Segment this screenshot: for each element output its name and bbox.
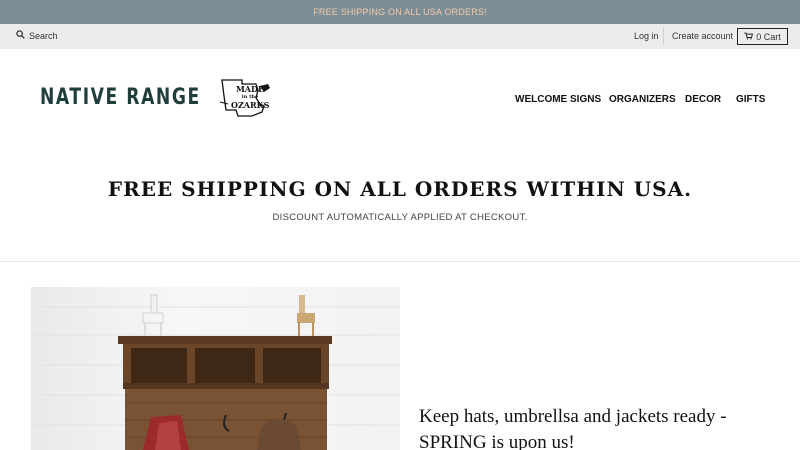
create-account-link[interactable]: Create account [672,31,733,41]
promo-title: FREE SHIPPING ON ALL ORDERS WITHIN USA. [107,177,693,201]
cart-button[interactable]: 0 Cart [737,28,788,45]
search-link[interactable]: Search [16,30,58,41]
giraffe-figurine-left [142,294,164,336]
section-divider [0,261,800,262]
topbar-divider [663,28,664,45]
shelf-illustration [31,294,400,450]
nav-organizers[interactable]: ORGANIZERS [609,94,676,105]
feature-line-2: SPRING is upon us! [419,432,575,450]
badge-text: MADE in the OZARKS [231,84,269,110]
top-utility-bar: Search Log in Create account 0 Cart [0,24,800,49]
nav-welcome-signs[interactable]: WELCOME SIGNS [515,94,601,105]
feature-headline: Keep hats, umbrellsa and jackets ready -… [419,404,779,450]
featured-product-image[interactable] [31,287,400,450]
giraffe-figurine-right [297,295,315,336]
badge-line-ozarks: OZARKS [231,100,270,110]
promo-subtitle: DISCOUNT AUTOMATICALLY APPLIED AT CHECKO… [272,212,528,223]
site-header: NATIVE RANGE MADE in the OZARKS WELCOME … [0,49,800,149]
login-link[interactable]: Log in [634,31,659,41]
cart-icon [744,32,754,42]
nav-decor[interactable]: DECOR [685,94,721,105]
nav-gifts[interactable]: GIFTS [736,94,765,105]
search-label: Search [29,30,58,41]
search-icon [16,30,25,41]
badge-line-made: MADE [235,84,265,94]
feature-line-1: Keep hats, umbrellsa and jackets ready - [419,406,727,427]
brand-logo[interactable]: NATIVE RANGE [40,85,201,110]
announcement-bar: FREE SHIPPING ON ALL USA ORDERS! [0,0,800,24]
announcement-text: FREE SHIPPING ON ALL USA ORDERS! [313,7,487,17]
cart-label: 0 Cart [756,31,781,42]
